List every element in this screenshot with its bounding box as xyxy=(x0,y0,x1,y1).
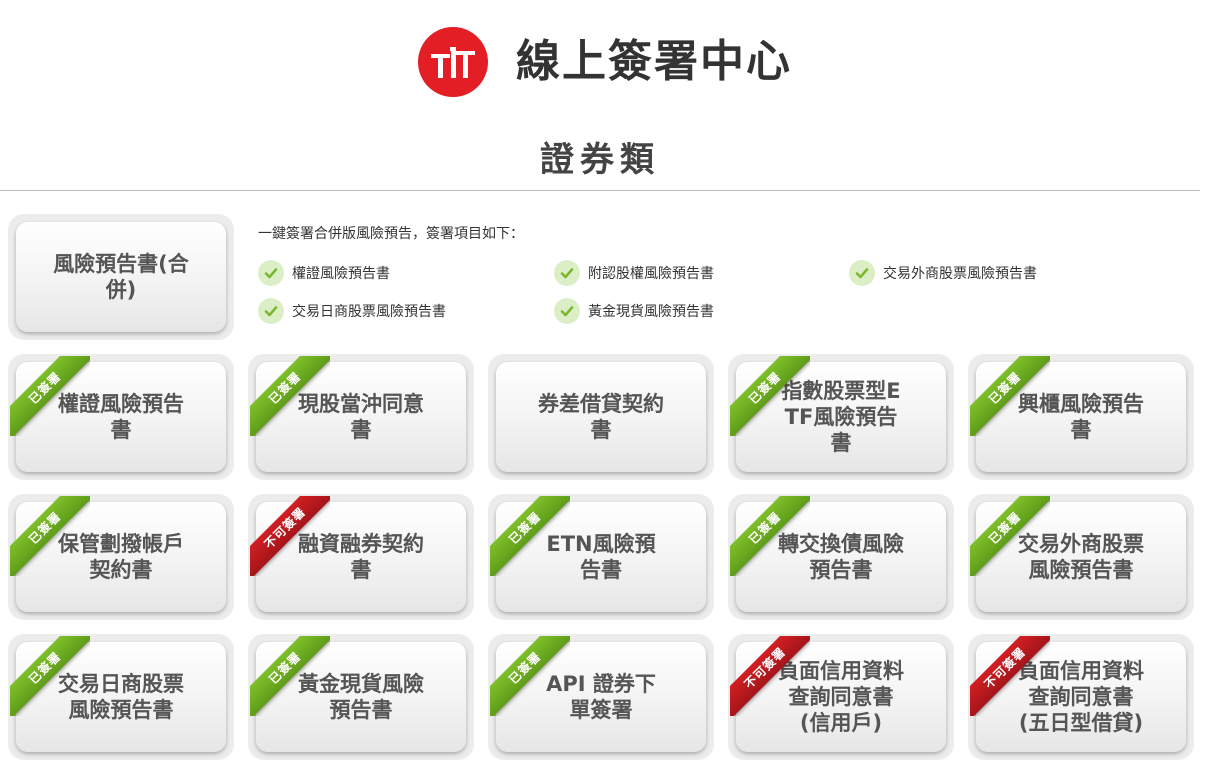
doc-button[interactable]: API 證券下單簽署 xyxy=(496,642,706,752)
doc-label: 權證風險預告書 xyxy=(58,392,184,442)
doc-button[interactable]: 保管劃撥帳戶契約書 xyxy=(16,502,226,612)
doc-card: 興櫃風險預告書 已簽署 xyxy=(968,354,1194,480)
doc-card: 交易日商股票風險預告書 已簽署 xyxy=(8,634,234,760)
combined-risk-button[interactable]: 風險預告書(合併) xyxy=(16,222,226,332)
combined-item: 交易外商股票風險預告書 xyxy=(849,260,1037,286)
doc-button[interactable]: 券差借貸契約書 xyxy=(496,362,706,472)
tfc-logo-icon xyxy=(418,27,488,97)
doc-button[interactable]: 交易外商股票風險預告書 xyxy=(976,502,1186,612)
check-icon xyxy=(554,298,580,324)
header: 線上簽署中心 xyxy=(0,0,1208,120)
doc-card: 權證風險預告書 已簽署 xyxy=(8,354,234,480)
divider xyxy=(0,190,1200,191)
check-icon xyxy=(554,260,580,286)
doc-button[interactable]: 黃金現貨風險預告書 xyxy=(256,642,466,752)
combined-item-label: 權證風險預告書 xyxy=(292,266,390,282)
doc-card: API 證券下單簽署 已簽署 xyxy=(488,634,714,760)
doc-label: 指數股票型ETF風險預告書 xyxy=(781,379,901,455)
doc-card: 券差借貸契約書 xyxy=(488,354,714,480)
doc-button[interactable]: 指數股票型ETF風險預告書 xyxy=(736,362,946,472)
doc-button[interactable]: ETN風險預告書 xyxy=(496,502,706,612)
doc-label: 交易日商股票風險預告書 xyxy=(58,672,184,722)
doc-card: 黃金現貨風險預告書 已簽署 xyxy=(248,634,474,760)
combined-info: 一鍵簽署合併版風險預告，簽署項目如下： 權證風險預告書 附認股權風險預告書 交易… xyxy=(258,220,1188,330)
combined-item: 權證風險預告書 xyxy=(258,260,390,286)
doc-card: 現股當沖同意書 已簽署 xyxy=(248,354,474,480)
doc-label: ETN風險預告書 xyxy=(546,532,656,582)
combined-risk-label: 風險預告書(合併) xyxy=(53,252,189,302)
doc-card: 交易外商股票風險預告書 已簽署 xyxy=(968,494,1194,620)
combined-item-label: 交易日商股票風險預告書 xyxy=(292,304,446,320)
doc-button[interactable]: 負面信用資料查詢同意書(五日型借貸) xyxy=(976,642,1186,752)
check-icon xyxy=(258,260,284,286)
combined-risk-card: 風險預告書(合併) xyxy=(8,214,234,340)
doc-label: 交易外商股票風險預告書 xyxy=(1018,532,1144,582)
doc-button[interactable]: 興櫃風險預告書 xyxy=(976,362,1186,472)
doc-card: 負面信用資料查詢同意書(信用戶) 不可簽署 xyxy=(728,634,954,760)
doc-card: 轉交換債風險預告書 已簽署 xyxy=(728,494,954,620)
doc-card: ETN風險預告書 已簽署 xyxy=(488,494,714,620)
doc-label: 券差借貸契約書 xyxy=(538,392,664,442)
doc-button[interactable]: 負面信用資料查詢同意書(信用戶) xyxy=(736,642,946,752)
doc-button[interactable]: 融資融券契約書 xyxy=(256,502,466,612)
doc-label: API 證券下單簽署 xyxy=(546,672,656,722)
doc-card: 指數股票型ETF風險預告書 已簽署 xyxy=(728,354,954,480)
combined-item-label: 交易外商股票風險預告書 xyxy=(883,266,1037,282)
combined-item: 附認股權風險預告書 xyxy=(554,260,714,286)
doc-label: 保管劃撥帳戶契約書 xyxy=(58,532,184,582)
doc-label: 黃金現貨風險預告書 xyxy=(298,672,424,722)
combined-item: 黃金現貨風險預告書 xyxy=(554,298,714,324)
doc-label: 負面信用資料查詢同意書(五日型借貸) xyxy=(1018,659,1144,735)
doc-button[interactable]: 權證風險預告書 xyxy=(16,362,226,472)
doc-card: 負面信用資料查詢同意書(五日型借貸) 不可簽署 xyxy=(968,634,1194,760)
doc-button[interactable]: 現股當沖同意書 xyxy=(256,362,466,472)
check-icon xyxy=(258,298,284,324)
site-title: 線上簽署中心 xyxy=(516,36,792,87)
doc-button[interactable]: 交易日商股票風險預告書 xyxy=(16,642,226,752)
doc-card: 融資融券契約書 不可簽署 xyxy=(248,494,474,620)
doc-card: 保管劃撥帳戶契約書 已簽署 xyxy=(8,494,234,620)
doc-label: 負面信用資料查詢同意書(信用戶) xyxy=(778,659,904,735)
combined-item: 交易日商股票風險預告書 xyxy=(258,298,446,324)
check-icon xyxy=(849,260,875,286)
combined-item-label: 附認股權風險預告書 xyxy=(588,266,714,282)
doc-label: 現股當沖同意書 xyxy=(298,392,424,442)
section-title: 證券類 xyxy=(540,140,660,180)
doc-label: 融資融券契約書 xyxy=(298,532,424,582)
doc-button[interactable]: 轉交換債風險預告書 xyxy=(736,502,946,612)
doc-label: 轉交換債風險預告書 xyxy=(778,532,904,582)
doc-label: 興櫃風險預告書 xyxy=(1018,392,1144,442)
combined-intro: 一鍵簽署合併版風險預告，簽署項目如下： xyxy=(258,226,524,242)
combined-item-label: 黃金現貨風險預告書 xyxy=(588,304,714,320)
